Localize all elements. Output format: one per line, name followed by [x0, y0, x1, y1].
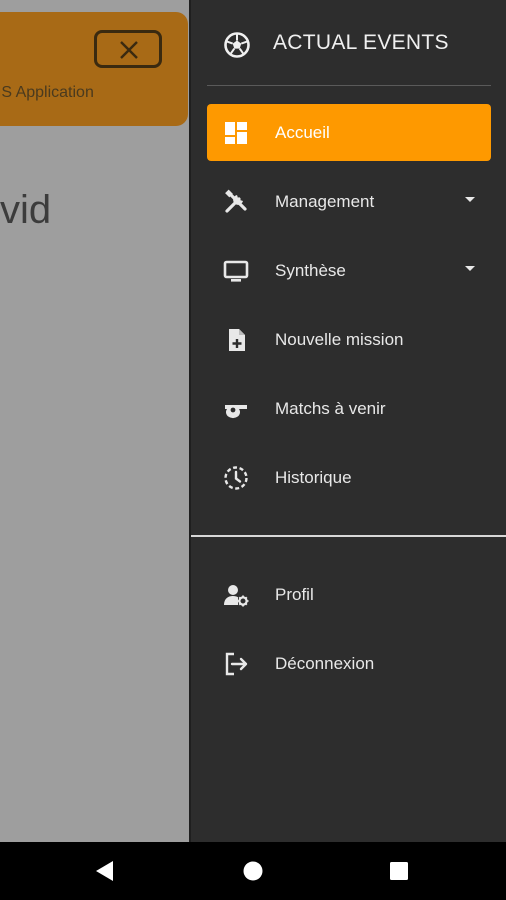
history-clock-icon — [224, 466, 248, 490]
banner-text: MS Application — [0, 84, 94, 101]
notification-banner: MS Application — [0, 12, 188, 126]
close-icon — [120, 41, 138, 59]
nav-item-deconnexion[interactable]: Déconnexion — [207, 635, 491, 692]
nav-item-historique[interactable]: Historique — [207, 449, 491, 506]
drawer-header: ACTUAL EVENTS — [191, 0, 506, 86]
tools-icon — [225, 189, 247, 213]
banner-close-button[interactable] — [94, 30, 162, 68]
user-settings-icon — [224, 585, 249, 607]
nav-label-accueil: Accueil — [275, 123, 330, 142]
greeting-text: vid — [0, 188, 52, 232]
monitor-icon — [223, 260, 249, 282]
file-add-icon — [229, 329, 245, 351]
section-divider — [191, 535, 506, 537]
chevron-down-icon — [465, 197, 475, 202]
header-divider — [207, 85, 491, 86]
nav-label-management: Management — [275, 192, 375, 211]
back-icon[interactable] — [93, 859, 117, 883]
app-title: ACTUAL EVENTS — [273, 31, 449, 54]
chevron-down-icon — [465, 266, 475, 271]
dashboard-icon — [225, 122, 247, 144]
nav-label-matchs-a-venir: Matchs à venir — [275, 399, 386, 418]
system-navigation-bar — [0, 842, 506, 900]
nav-item-accueil[interactable]: Accueil — [207, 104, 491, 161]
recents-icon[interactable] — [387, 859, 411, 883]
nav-item-management[interactable]: Management — [207, 173, 491, 230]
nav-item-matchs-a-venir[interactable]: Matchs à venir — [207, 380, 491, 437]
nav-item-profil[interactable]: Profil — [207, 566, 491, 623]
nav-item-nouvelle-mission[interactable]: Nouvelle mission — [207, 311, 491, 368]
nav-label-deconnexion: Déconnexion — [275, 654, 375, 673]
navigation-drawer: ACTUAL EVENTS Accueil Management Synthès… — [189, 0, 506, 842]
soccer-ball-icon — [224, 32, 250, 58]
nav-label-historique: Historique — [275, 468, 352, 487]
nav-item-synthese[interactable]: Synthèse — [207, 242, 491, 299]
whistle-icon — [225, 405, 247, 419]
logout-icon — [225, 652, 248, 676]
nav-label-profil: Profil — [275, 585, 314, 604]
home-icon[interactable] — [241, 859, 265, 883]
nav-label-nouvelle-mission: Nouvelle mission — [275, 330, 404, 349]
nav-label-synthese: Synthèse — [275, 261, 346, 280]
